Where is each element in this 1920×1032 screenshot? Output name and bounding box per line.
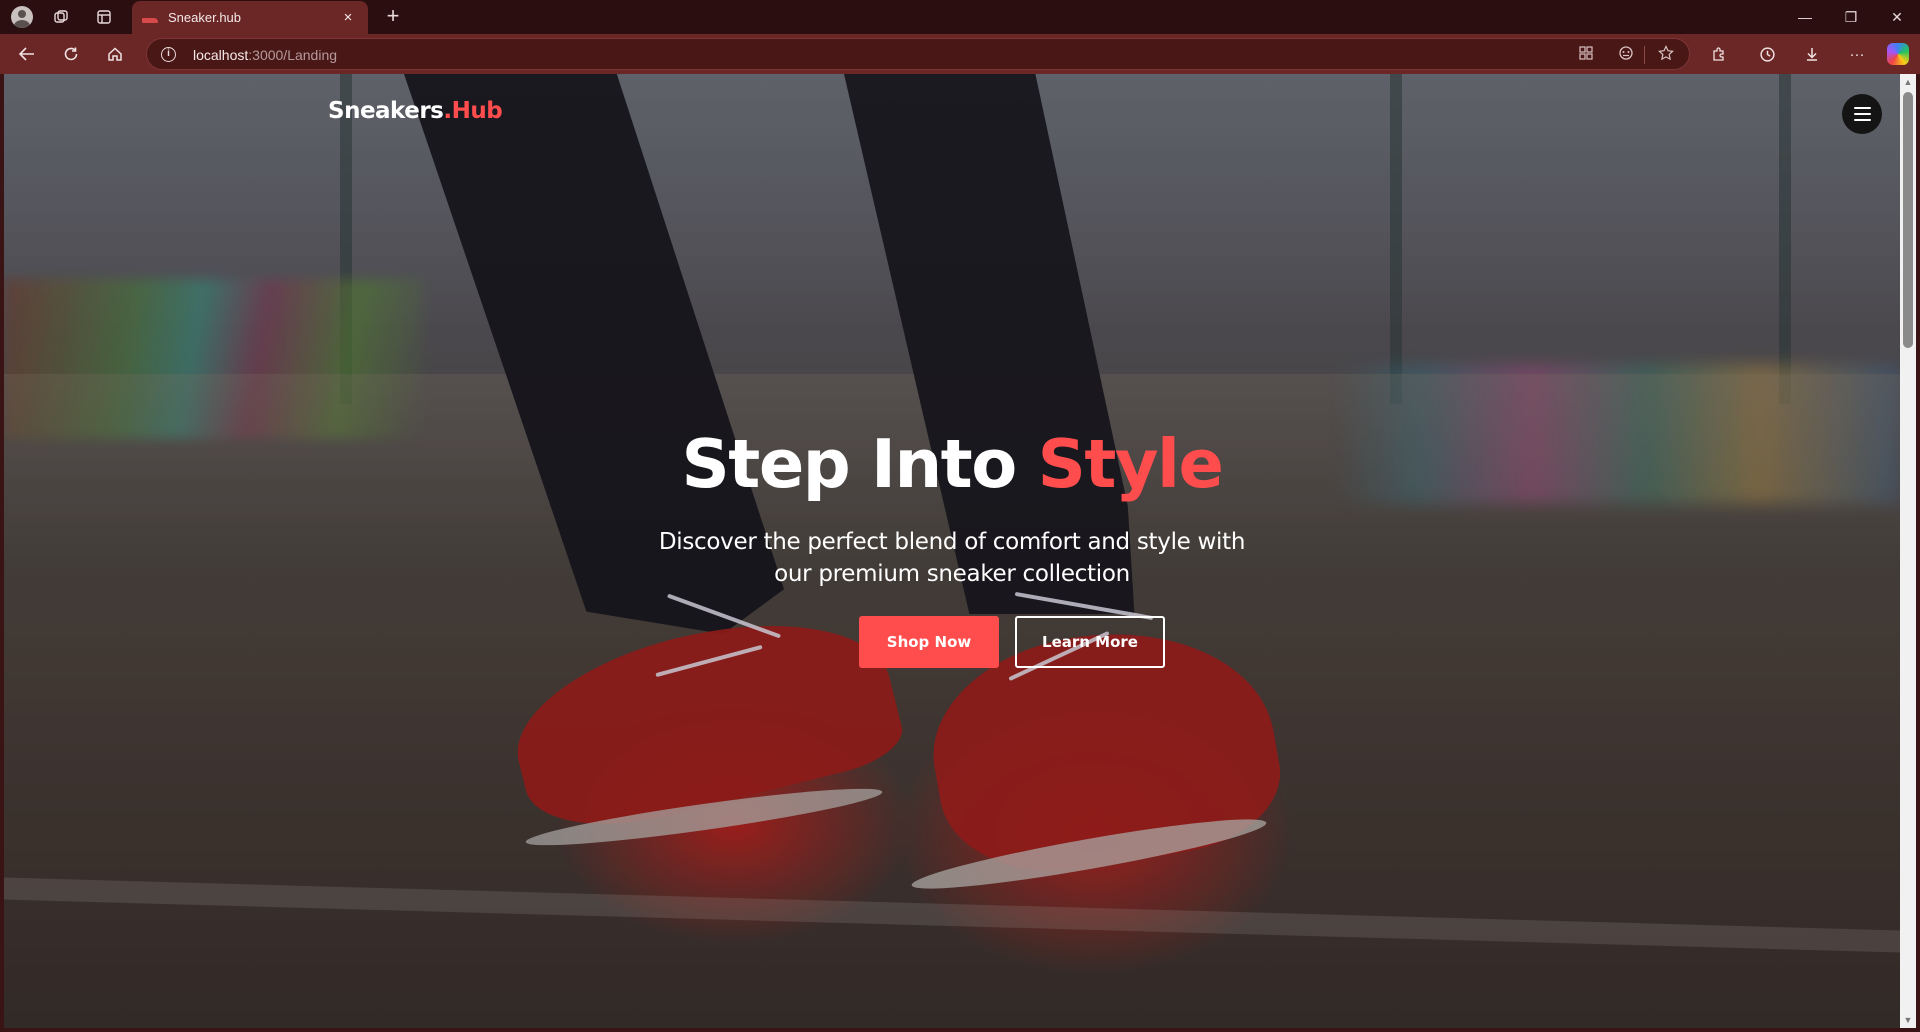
scroll-down-arrow-icon[interactable]: ▼ — [1900, 1012, 1916, 1028]
profile-avatar-icon[interactable] — [9, 4, 35, 30]
sneaker-favicon-icon — [142, 13, 158, 23]
browser-toolbar: i localhost:3000/Landing ··· — [0, 34, 1920, 74]
app-available-icon[interactable] — [1575, 45, 1597, 65]
downloads-icon[interactable] — [1797, 40, 1827, 68]
home-icon[interactable] — [100, 40, 130, 68]
omnibox-separator — [1644, 46, 1645, 64]
new-tab-button[interactable]: + — [380, 4, 406, 30]
url-host: localhost — [193, 47, 249, 63]
scrollbar-thumb[interactable] — [1903, 92, 1913, 348]
history-icon[interactable] — [1752, 40, 1782, 68]
refresh-icon[interactable] — [56, 40, 86, 68]
url-text[interactable]: localhost:3000/Landing — [193, 47, 337, 63]
site-logo[interactable]: Sneakers.Hub — [328, 98, 503, 124]
back-icon[interactable] — [12, 40, 42, 68]
address-bar[interactable]: i localhost:3000/Landing — [146, 38, 1690, 70]
tab-title: Sneaker.hub — [168, 10, 242, 25]
url-path: :3000/Landing — [248, 47, 338, 63]
learn-more-button[interactable]: Learn More — [1015, 616, 1165, 668]
minimize-button[interactable]: — — [1782, 0, 1828, 34]
workspaces-icon[interactable] — [48, 4, 74, 30]
tracking-prevention-icon[interactable] — [1615, 45, 1637, 65]
hero-title: Step Into Style — [4, 424, 1900, 504]
hero-buttons: Shop Now Learn More — [4, 616, 1900, 668]
page-scrollbar[interactable]: ▲ ▼ — [1900, 74, 1916, 1028]
close-window-button[interactable]: ✕ — [1874, 0, 1920, 34]
hero-subtitle: Discover the perfect blend of comfort an… — [658, 529, 1246, 587]
hamburger-menu-icon[interactable] — [1842, 94, 1882, 134]
page-viewport: Sneakers.Hub Step Into Style Discover th… — [4, 74, 1900, 1028]
browser-tab-strip: Sneaker.hub × + — ❐ ✕ — [0, 0, 1920, 34]
shop-now-button[interactable]: Shop Now — [859, 616, 999, 668]
active-tab[interactable]: Sneaker.hub × — [132, 1, 368, 34]
info-icon[interactable]: i — [161, 47, 176, 62]
hero-section: Step Into Style Discover the perfect ble… — [4, 424, 1900, 668]
favorite-star-icon[interactable] — [1655, 45, 1677, 65]
window-bottom-edge — [0, 1028, 1920, 1032]
brand-accent: .Hub — [443, 98, 503, 124]
more-icon[interactable]: ··· — [1842, 40, 1872, 68]
brand-name: Sneakers — [328, 98, 444, 124]
extensions-icon[interactable] — [1704, 40, 1734, 68]
copilot-icon[interactable] — [1883, 40, 1913, 68]
hero-title-accent: Style — [1037, 425, 1224, 503]
scroll-up-arrow-icon[interactable]: ▲ — [1900, 74, 1916, 90]
restore-button[interactable]: ❐ — [1828, 0, 1874, 34]
tab-close-icon[interactable]: × — [338, 9, 358, 26]
hero-title-main: Step Into — [681, 425, 1038, 503]
tab-actions-icon[interactable] — [91, 4, 117, 30]
